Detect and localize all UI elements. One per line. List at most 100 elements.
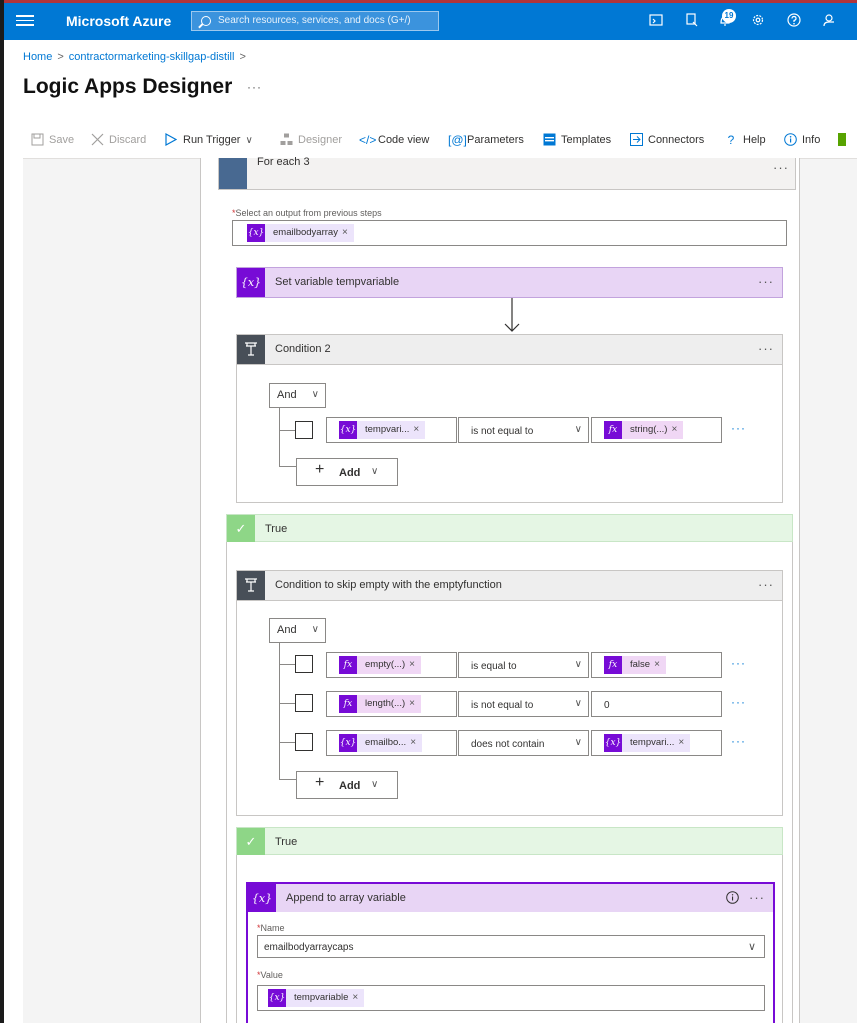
row-more-icon[interactable]: ··· <box>731 656 746 670</box>
condition-skip-more-icon[interactable]: ··· <box>758 577 774 592</box>
discard-button[interactable]: Discard <box>90 132 146 148</box>
breadcrumb: Home > contractormarketing-skillgap-distil… <box>23 51 251 63</box>
condition-left-operand[interactable]: fx empty(...) × <box>326 652 457 678</box>
notification-count-badge: 19 <box>722 9 736 23</box>
help-button[interactable]: ? Help <box>724 132 766 148</box>
remove-token-icon[interactable]: × <box>352 992 358 1003</box>
condition-operator-dropdown[interactable]: is not equal to ∨ <box>458 417 589 443</box>
chevron-down-icon: ∨ <box>574 424 582 435</box>
code-view-button[interactable]: </> Code view <box>359 132 429 148</box>
add-condition-button[interactable]: + Add ∨ <box>296 458 398 486</box>
value-label: *Value <box>257 970 283 980</box>
info-icon[interactable] <box>726 891 739 909</box>
add-condition-button[interactable]: + Add ∨ <box>296 771 398 799</box>
brand-title[interactable]: Microsoft Azure <box>66 13 171 29</box>
remove-token-icon[interactable]: × <box>409 659 415 670</box>
true-branch-header[interactable]: ✓ True <box>236 827 783 855</box>
value-field[interactable]: {x} tempvariable × <box>257 985 765 1011</box>
designer-button[interactable]: Designer <box>279 132 342 148</box>
parameters-icon: [@] <box>448 133 467 147</box>
run-trigger-button[interactable]: Run Trigger ∨ <box>164 132 253 148</box>
foreach-title: For each 3 <box>257 156 310 168</box>
add-label: Add <box>339 780 361 792</box>
help-question-icon[interactable] <box>786 13 802 29</box>
right-token[interactable]: fx string(...) × <box>604 421 684 439</box>
remove-token-icon[interactable]: × <box>413 424 419 435</box>
and-group-dropdown[interactable]: And ∨ <box>269 383 326 408</box>
condition-operator-dropdown[interactable]: is not equal to ∨ <box>458 691 589 717</box>
name-dropdown[interactable]: emailbodyarraycaps ∨ <box>257 935 765 958</box>
condition-operator-dropdown[interactable]: is equal to ∨ <box>458 652 589 678</box>
condition-left-operand[interactable]: fx length(...) × <box>326 691 457 717</box>
condition2-more-icon[interactable]: ··· <box>758 341 774 356</box>
templates-button[interactable]: Templates <box>542 132 611 148</box>
page-more-icon[interactable]: ··· <box>247 80 262 94</box>
left-token[interactable]: {x} emailbo... × <box>339 734 423 752</box>
condition-left-operand[interactable]: {x} tempvari... × <box>326 417 457 443</box>
condition-right-operand[interactable]: {x} tempvari... × <box>591 730 722 756</box>
variable-icon: {x} <box>248 884 276 912</box>
left-token[interactable]: fx length(...) × <box>339 695 421 713</box>
templates-label: Templates <box>561 134 612 146</box>
value-token[interactable]: {x} tempvariable × <box>268 989 365 1007</box>
remove-token-icon[interactable]: × <box>342 227 348 238</box>
output-token[interactable]: {x} emailbodyarray × <box>247 224 354 242</box>
cloud-shell-icon[interactable] <box>648 13 664 29</box>
true-branch-header[interactable]: ✓ True <box>226 514 793 542</box>
condition-right-value-input[interactable]: 0 <box>591 691 722 717</box>
save-button[interactable]: Save <box>30 132 74 148</box>
row-checkbox[interactable] <box>295 421 313 439</box>
remove-token-icon[interactable]: × <box>410 737 416 748</box>
condition-right-operand[interactable]: fx string(...) × <box>591 417 722 443</box>
condition-skip-title: Condition to skip empty with the emptyfu… <box>275 579 502 591</box>
name-label: *Name <box>257 923 285 933</box>
parameters-button[interactable]: [@] Parameters <box>448 132 524 148</box>
and-group-dropdown[interactable]: And ∨ <box>269 618 326 643</box>
row-more-icon[interactable]: ··· <box>731 695 746 709</box>
row-checkbox[interactable] <box>295 733 313 751</box>
remove-token-icon[interactable]: × <box>671 424 677 435</box>
right-token[interactable]: {x} tempvari... × <box>604 734 691 752</box>
foreach-more-icon[interactable]: ··· <box>773 160 789 175</box>
row-checkbox[interactable] <box>295 655 313 673</box>
condition-right-operand[interactable]: fx false × <box>591 652 722 678</box>
discard-label: Discard <box>109 134 147 146</box>
left-token[interactable]: {x} tempvari... × <box>339 421 426 439</box>
append-title: Append to array variable <box>286 892 406 904</box>
remove-token-icon[interactable]: × <box>678 737 684 748</box>
condition-operator-dropdown[interactable]: does not contain ∨ <box>458 730 589 756</box>
plus-icon: + <box>315 774 325 791</box>
append-more-icon[interactable]: ··· <box>749 890 765 905</box>
row-more-icon[interactable]: ··· <box>731 734 746 748</box>
remove-token-icon[interactable]: × <box>654 659 660 670</box>
run-trigger-label: Run Trigger <box>183 134 241 146</box>
foreach-header[interactable]: For each 3 ··· <box>218 156 796 190</box>
function-icon: fx <box>604 421 622 439</box>
hamburger-menu-icon[interactable] <box>16 12 34 30</box>
breadcrumb-home[interactable]: Home <box>23 51 52 63</box>
connectors-button[interactable]: Connectors <box>629 132 704 148</box>
set-variable-more-icon[interactable]: ··· <box>758 274 774 289</box>
condition-left-operand[interactable]: {x} emailbo... × <box>326 730 457 756</box>
remove-token-icon[interactable]: × <box>409 698 415 709</box>
right-token[interactable]: fx false × <box>604 656 666 674</box>
feedback-icon[interactable] <box>821 13 837 29</box>
row-more-icon[interactable]: ··· <box>731 421 746 435</box>
global-search-input[interactable]: Search resources, services, and docs (G+… <box>191 11 439 31</box>
condition-skip-card-header[interactable]: Condition to skip empty with the emptyfu… <box>236 570 783 601</box>
condition2-card-header[interactable]: Condition 2 ··· <box>236 334 783 365</box>
output-field[interactable]: {x} emailbodyarray × <box>232 220 787 246</box>
info-button[interactable]: Info <box>783 132 820 148</box>
left-token[interactable]: fx empty(...) × <box>339 656 421 674</box>
set-variable-card[interactable]: {x} Set variable tempvariable ··· <box>236 267 783 298</box>
row-checkbox[interactable] <box>295 694 313 712</box>
code-icon: </> <box>359 133 377 147</box>
chevron-down-icon: ∨ <box>311 389 319 400</box>
breadcrumb-resource[interactable]: contractormarketing-skillgap-distill <box>69 51 235 63</box>
bookmark-icon[interactable] <box>838 133 846 146</box>
variable-icon: {x} <box>604 734 622 752</box>
settings-gear-icon[interactable] <box>750 13 766 29</box>
directory-filter-icon[interactable] <box>684 13 700 29</box>
chevron-down-icon: ∨ <box>574 737 582 748</box>
append-card-header[interactable]: {x} Append to array variable ··· <box>246 882 775 912</box>
